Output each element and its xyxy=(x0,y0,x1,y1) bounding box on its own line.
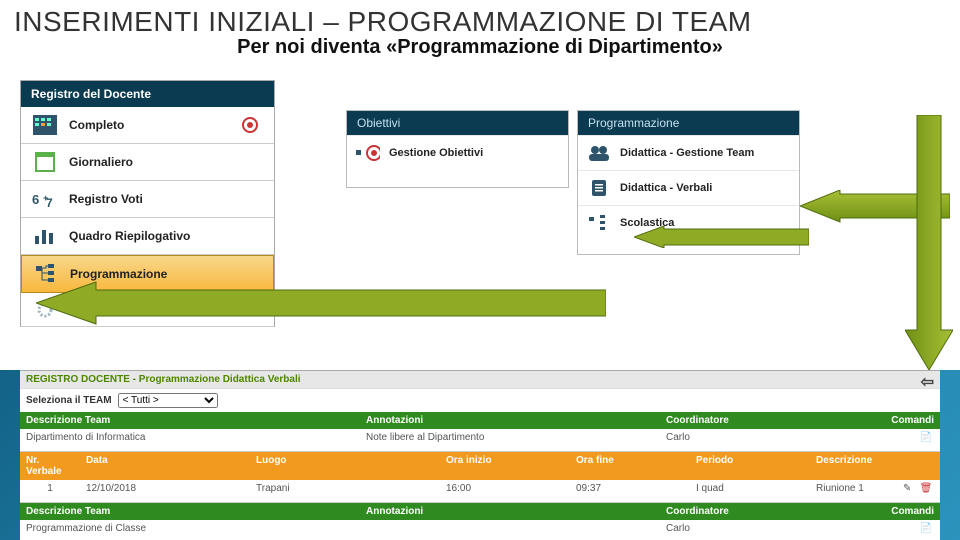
team-header-row: Descrizione Team Annotazioni Coordinator… xyxy=(20,412,940,429)
panel-item-label: Didattica - Verbali xyxy=(620,182,712,194)
team-header-row-2: Descrizione Team Annotazioni Coordinator… xyxy=(20,503,940,520)
grades-icon: 6+7 xyxy=(31,188,59,210)
arrow-to-sidebar xyxy=(36,278,606,328)
panel-item-verbali[interactable]: Didattica - Verbali xyxy=(578,170,799,205)
target-icon xyxy=(236,114,264,136)
tree-small-icon xyxy=(586,213,612,233)
col-luogo: Luogo xyxy=(250,452,440,480)
team-coord: Carlo xyxy=(660,429,860,451)
arrow-down-to-table xyxy=(905,115,953,370)
col-periodo: Periodo xyxy=(690,452,810,480)
panel-item-gestione-obiettivi[interactable]: Gestione Obiettivi xyxy=(347,135,568,170)
sidebar-item-completo[interactable]: Completo xyxy=(21,107,274,144)
sidebar-item-label: Registro Voti xyxy=(69,192,143,206)
col-comandi: Comandi xyxy=(860,503,940,520)
team-row-1: Dipartimento di Informatica Note libere … xyxy=(20,429,940,452)
edit-icon[interactable]: ✎ xyxy=(899,483,915,499)
verbali-table: REGISTRO DOCENTE - Programmazione Didatt… xyxy=(20,370,940,540)
verbale-nr: 1 xyxy=(20,480,80,502)
slide-subtitle: Per noi diventa «Programmazione di Dipar… xyxy=(0,36,960,59)
col-descrizione: Descrizione Team xyxy=(20,412,360,429)
verbale-row: 1 12/10/2018 Trapani 16:00 09:37 I quad … xyxy=(20,480,940,503)
col-coordinatore: Coordinatore xyxy=(660,503,860,520)
add-verbale-button[interactable]: 📄 xyxy=(860,520,940,540)
col-descr: Descrizione xyxy=(810,452,940,480)
panel-obiettivi: Obiettivi Gestione Obiettivi xyxy=(346,110,569,188)
col-fine: Ora fine xyxy=(570,452,690,480)
arrow-to-scolastica xyxy=(634,226,809,248)
col-inizio: Ora inizio xyxy=(440,452,570,480)
col-annotazioni: Annotazioni xyxy=(360,412,660,429)
panel-header: Obiettivi xyxy=(347,111,568,135)
team-desc: Programmazione di Classe xyxy=(20,520,360,540)
panel-item-label: Gestione Obiettivi xyxy=(389,147,483,159)
col-descrizione: Descrizione Team xyxy=(20,503,360,520)
sidebar-item-label: Quadro Riepilogativo xyxy=(69,229,190,243)
col-annotazioni: Annotazioni xyxy=(360,503,660,520)
day-icon xyxy=(31,151,59,173)
svg-text:7: 7 xyxy=(46,196,53,209)
verbale-periodo: I quad xyxy=(690,480,810,502)
document-icon xyxy=(586,178,612,198)
panel-item-label: Didattica - Gestione Team xyxy=(620,147,754,159)
slide-title: INSERIMENTI INIZIALI – PROGRAMMAZIONE DI… xyxy=(0,0,960,38)
calendar-grid-icon xyxy=(31,114,59,136)
col-data: Data xyxy=(80,452,250,480)
team-select[interactable]: < Tutti > xyxy=(118,393,218,408)
sidebar-header: Registro del Docente xyxy=(21,81,274,107)
add-verbale-button[interactable]: 📄 xyxy=(860,429,940,451)
verbale-luogo: Trapani xyxy=(250,480,440,502)
sidebar-item-label: Giornaliero xyxy=(69,155,133,169)
panel-header: Programmazione xyxy=(578,111,799,135)
verbale-data: 12/10/2018 xyxy=(80,480,250,502)
sidebar-item-giornaliero[interactable]: Giornaliero xyxy=(21,144,274,181)
panel-item-gestione-team[interactable]: Didattica - Gestione Team xyxy=(578,135,799,170)
verbale-header-row: Nr. Verbale Data Luogo Ora inizio Ora fi… xyxy=(20,452,940,480)
verbale-descr: Riunione 1 xyxy=(816,483,864,494)
delete-icon[interactable]: 🗑 xyxy=(918,483,934,499)
team-ann xyxy=(360,520,660,540)
col-coordinatore: Coordinatore xyxy=(660,412,860,429)
sidebar-item-quadro[interactable]: Quadro Riepilogativo xyxy=(21,218,274,255)
breadcrumb: REGISTRO DOCENTE - Programmazione Didatt… xyxy=(20,370,940,388)
team-select-row: Seleziona il TEAM < Tutti > xyxy=(20,388,940,412)
verbale-inizio: 16:00 xyxy=(440,480,570,502)
team-coord: Carlo xyxy=(660,520,860,540)
bar-chart-icon xyxy=(31,225,59,247)
back-icon[interactable]: ⇦ xyxy=(921,372,934,392)
col-nr: Nr. Verbale xyxy=(20,452,80,480)
verbale-fine: 09:37 xyxy=(570,480,690,502)
people-icon xyxy=(586,143,612,163)
team-ann: Note libere al Dipartimento xyxy=(360,429,660,451)
sidebar-item-label: Completo xyxy=(69,118,124,132)
verbale-descr-cell: Riunione 1 ✎ 🗑 xyxy=(810,480,940,502)
team-desc: Dipartimento di Informatica xyxy=(20,429,360,451)
svg-text:6: 6 xyxy=(32,192,39,207)
target-tree-icon xyxy=(355,143,381,163)
team-row-2: Programmazione di Classe Carlo 📄 xyxy=(20,520,940,540)
sidebar-item-registro-voti[interactable]: 6+7 Registro Voti xyxy=(21,181,274,218)
col-comandi: Comandi xyxy=(860,412,940,429)
team-select-label: Seleziona il TEAM xyxy=(26,395,112,406)
